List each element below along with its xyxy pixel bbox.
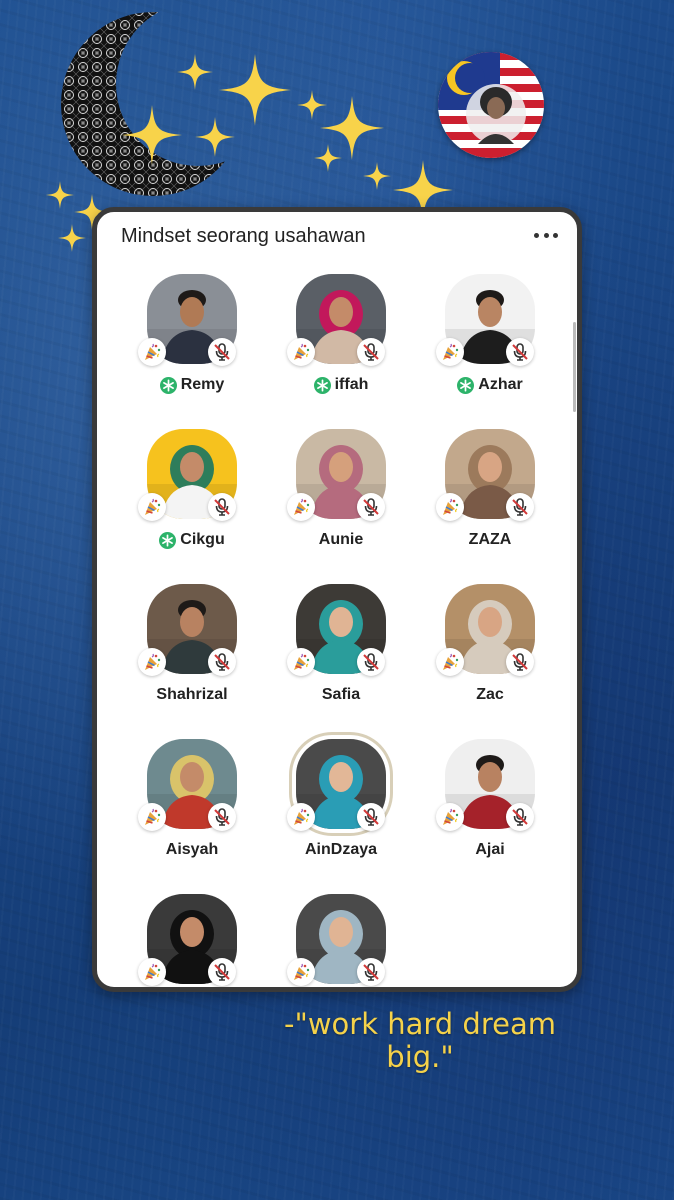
muted-microphone-icon	[208, 648, 236, 676]
quote-line-1: -"work hard dream	[284, 1007, 556, 1041]
speaker-name-label: Azhar	[478, 376, 523, 393]
party-popper-icon	[287, 493, 315, 521]
speaker-name-label: Zac	[476, 686, 504, 703]
speaker-name: Ajai	[428, 841, 552, 859]
speaker-name: Aunie	[279, 531, 403, 549]
speaker-tile[interactable]: Remy	[130, 274, 250, 424]
speaker-name-label: Ajai	[475, 841, 505, 858]
muted-microphone-icon	[506, 493, 534, 521]
speaker-name: Cikgu	[130, 531, 254, 549]
muted-microphone-icon	[357, 338, 385, 366]
speaker-grid: Remy iffah Azhar Cikgu Aunie ZAZA Shahri…	[97, 212, 577, 987]
muted-microphone-icon	[357, 803, 385, 831]
speaker-tile[interactable]	[130, 894, 250, 987]
speaker-tile[interactable]	[279, 894, 399, 987]
muted-microphone-icon	[208, 338, 236, 366]
muted-microphone-icon	[506, 648, 534, 676]
speaker-name-label: Aunie	[318, 531, 364, 548]
party-popper-icon	[138, 648, 166, 676]
speaker-name: Aisyah	[130, 841, 254, 859]
speaker-name-label: Cikgu	[180, 531, 225, 548]
speaker-tile[interactable]: Aisyah	[130, 739, 250, 889]
speaker-tile[interactable]: Safia	[279, 584, 399, 734]
muted-microphone-icon	[506, 803, 534, 831]
speaker-name-label: Remy	[180, 376, 225, 393]
speaker-tile[interactable]: Shahrizal	[130, 584, 250, 734]
muted-microphone-icon	[357, 648, 385, 676]
speaker-name: ZAZA	[428, 531, 552, 549]
speaker-tile[interactable]: Aunie	[279, 429, 399, 579]
speaker-name: Azhar	[428, 376, 552, 394]
moderator-star-icon	[159, 376, 177, 394]
room-card: Mindset seorang usahawan Remy iffah Azha…	[92, 207, 582, 992]
speaker-tile[interactable]: AinDzaya	[279, 739, 399, 889]
speaker-name-label: AinDzaya	[304, 841, 378, 858]
motivational-quote: -"work hard dream big."	[282, 1008, 558, 1074]
party-popper-icon	[138, 958, 166, 986]
speaker-name-label: iffah	[334, 376, 369, 393]
party-popper-icon	[436, 493, 464, 521]
speaker-name: Zac	[428, 686, 552, 704]
muted-microphone-icon	[357, 493, 385, 521]
muted-microphone-icon	[208, 958, 236, 986]
muted-microphone-icon	[208, 803, 236, 831]
speaker-tile[interactable]: ZAZA	[428, 429, 548, 579]
speaker-name-label: Safia	[321, 686, 361, 703]
speaker-name: iffah	[279, 376, 403, 394]
quote-line-2: big."	[386, 1040, 454, 1074]
speaker-name: Safia	[279, 686, 403, 704]
party-popper-icon	[138, 338, 166, 366]
muted-microphone-icon	[357, 958, 385, 986]
muted-microphone-icon	[506, 338, 534, 366]
party-popper-icon	[436, 803, 464, 831]
speaker-tile[interactable]: Zac	[428, 584, 548, 734]
party-popper-icon	[287, 338, 315, 366]
party-popper-icon	[287, 803, 315, 831]
speaker-name-label: Aisyah	[165, 841, 219, 858]
party-popper-icon	[287, 648, 315, 676]
moderator-star-icon	[313, 376, 331, 394]
party-popper-icon	[436, 338, 464, 366]
speaker-name-label: Shahrizal	[156, 686, 228, 703]
speaker-name: Remy	[130, 376, 254, 394]
speaker-name-label: ZAZA	[468, 531, 512, 548]
speaker-name: Shahrizal	[130, 686, 254, 704]
speaker-tile[interactable]: Cikgu	[130, 429, 250, 579]
moderator-star-icon	[457, 376, 475, 394]
party-popper-icon	[287, 958, 315, 986]
speaker-tile[interactable]: Ajai	[428, 739, 548, 889]
host-flag-avatar	[438, 52, 544, 158]
moderator-star-icon	[159, 531, 177, 549]
muted-microphone-icon	[208, 493, 236, 521]
party-popper-icon	[436, 648, 464, 676]
speaker-tile[interactable]: iffah	[279, 274, 399, 424]
party-popper-icon	[138, 803, 166, 831]
speaker-name: AinDzaya	[279, 841, 403, 859]
party-popper-icon	[138, 493, 166, 521]
speaker-tile[interactable]: Azhar	[428, 274, 548, 424]
